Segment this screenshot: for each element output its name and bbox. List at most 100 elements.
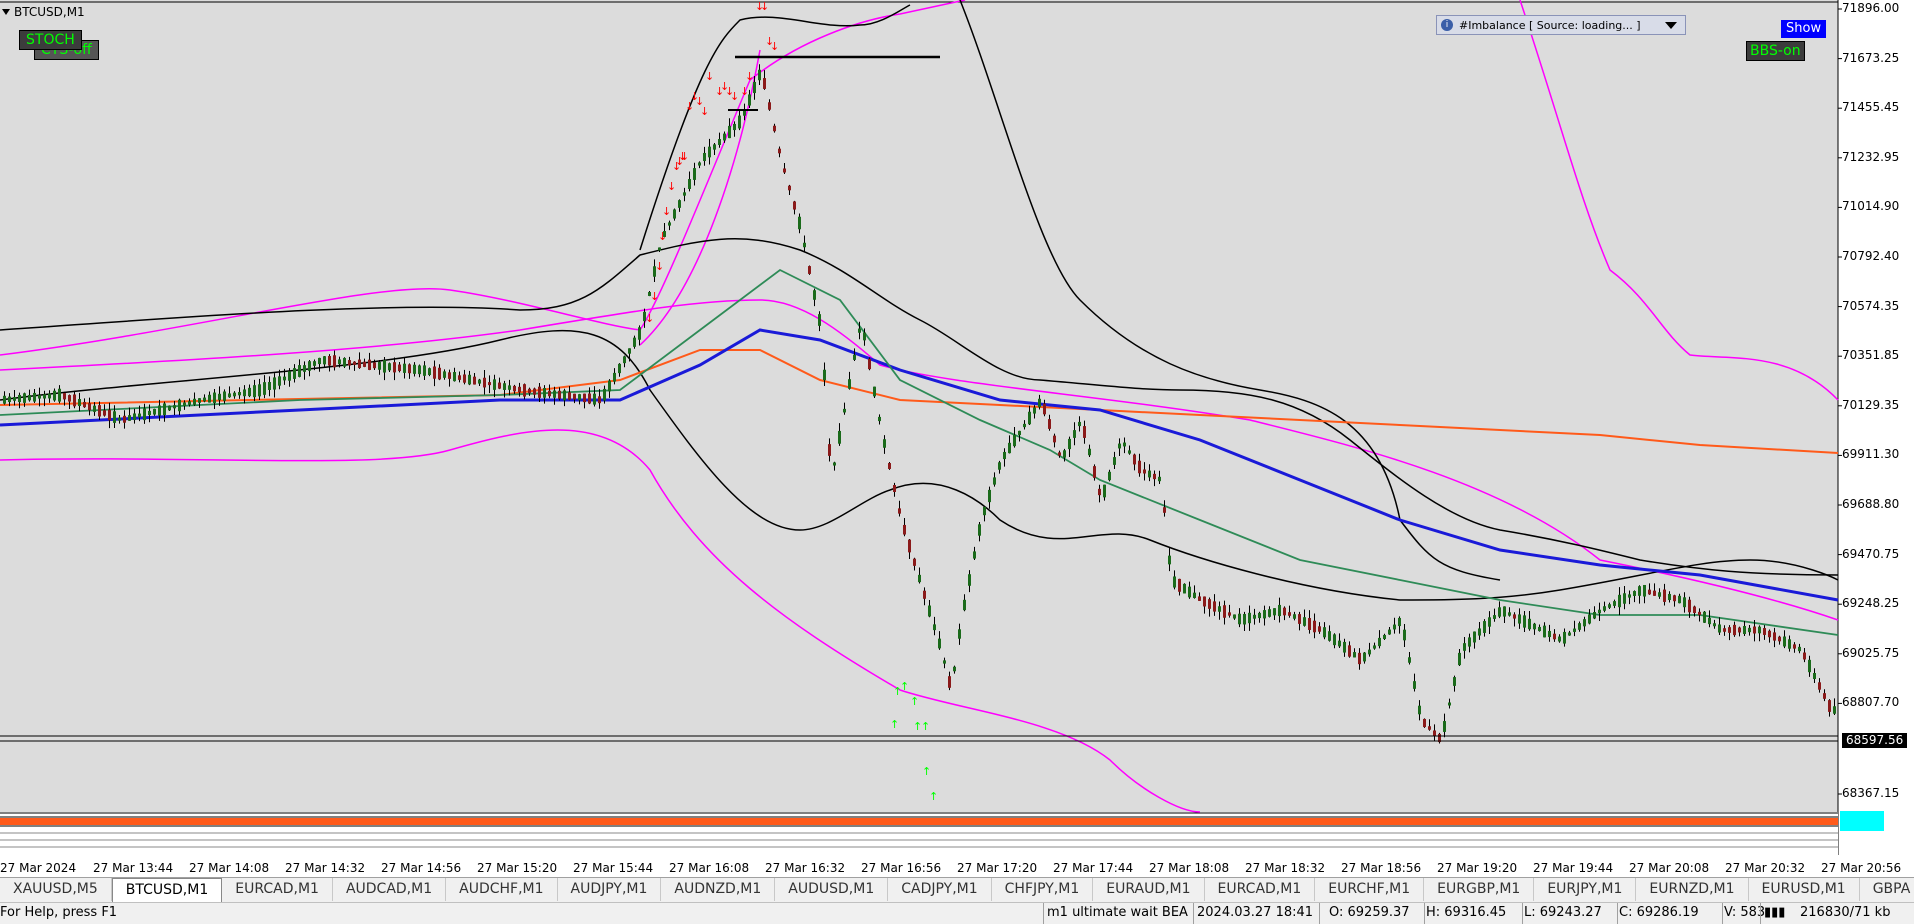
candle — [1153, 473, 1156, 480]
candle — [83, 401, 86, 408]
candle — [1728, 627, 1731, 633]
candle — [1828, 700, 1831, 712]
candle — [1658, 592, 1661, 597]
candle — [588, 393, 591, 404]
candle — [293, 368, 296, 379]
tab-btcusd-m1[interactable]: BTCUSD,M1 — [111, 878, 223, 902]
tab-eurcad-m1[interactable]: EURCAD,M1 — [1205, 878, 1316, 901]
candle — [1578, 623, 1581, 630]
candle — [838, 430, 841, 444]
candle — [973, 551, 976, 559]
tab-audcad-m1[interactable]: AUDCAD,M1 — [333, 878, 447, 901]
candle — [1433, 730, 1436, 736]
candle — [1538, 626, 1541, 632]
symbol-menu-icon[interactable] — [2, 9, 10, 15]
price-chart[interactable]: ↓↓↓↓↓↓↓↓↓↓↓↓↓↓↓↓↓ ↓↓↓↓↓↓↓↓ ↑↑↑↑ ↑↑↑↑ — [0, 0, 1914, 877]
status-bar: For Help, press F1 m1 ultimate wait BEA … — [0, 902, 1914, 924]
tab-eurgbp-m1[interactable]: EURGBP,M1 — [1424, 878, 1535, 901]
candle — [33, 392, 36, 402]
candle — [263, 382, 266, 395]
symbol-label[interactable]: BTCUSD,M1 — [2, 5, 85, 19]
stoch-button[interactable]: STOCH — [19, 30, 82, 50]
candle — [1513, 614, 1516, 619]
candle — [1093, 466, 1096, 478]
candle — [768, 102, 771, 110]
candle — [543, 388, 546, 398]
candle — [178, 399, 181, 412]
candle — [1428, 726, 1431, 730]
candle — [1278, 604, 1281, 617]
candle — [963, 599, 966, 611]
candle — [883, 439, 886, 448]
tab-xauusd-m5[interactable]: XAUUSD,M5 — [0, 878, 112, 901]
candle — [698, 162, 701, 166]
tab-chfjpy-m1[interactable]: CHFJPY,M1 — [992, 878, 1094, 901]
candle — [803, 242, 806, 248]
candle — [1403, 629, 1406, 641]
candle — [88, 403, 91, 411]
candle — [628, 348, 631, 354]
tab-eurchf-m1[interactable]: EURCHF,M1 — [1315, 878, 1425, 901]
candle — [1223, 605, 1226, 618]
tab-eurjpy-m1[interactable]: EURJPY,M1 — [1534, 878, 1637, 901]
chevron-down-icon[interactable] — [1665, 21, 1677, 29]
candle — [173, 405, 176, 409]
sell-arrow-icon: ↓ — [760, 0, 769, 13]
candle — [1068, 438, 1071, 450]
bbs-button[interactable]: BBS-on — [1746, 41, 1805, 61]
tab-eurcad-m1[interactable]: EURCAD,M1 — [222, 878, 333, 901]
candle — [1413, 681, 1416, 689]
candle — [1618, 594, 1621, 608]
candle — [888, 463, 891, 469]
candle — [1583, 619, 1586, 627]
time-tick-label: 27 Mar 20:56 — [1821, 861, 1902, 875]
price-tick-label: 70574.35 — [1842, 298, 1900, 313]
candle — [1028, 411, 1031, 425]
candle — [1638, 586, 1641, 596]
status-profile[interactable]: m1 ultimate wait BEA — [1047, 905, 1188, 920]
show-button[interactable]: Show — [1781, 20, 1827, 38]
candle — [108, 409, 111, 421]
subwindow-histogram — [0, 818, 1838, 825]
tab-audnzd-m1[interactable]: AUDNZD,M1 — [661, 878, 776, 901]
candle — [1468, 637, 1471, 647]
tab-cadjpy-m1[interactable]: CADJPY,M1 — [888, 878, 992, 901]
tab-audusd-m1[interactable]: AUDUSD,M1 — [775, 878, 889, 901]
candle — [753, 81, 756, 94]
candle — [1138, 460, 1141, 474]
tab-eurusd-m1[interactable]: EURUSD,M1 — [1749, 878, 1860, 901]
candle — [1648, 589, 1651, 595]
candle — [1458, 652, 1461, 666]
candle — [1038, 398, 1041, 408]
candle — [1833, 706, 1836, 714]
candle — [1473, 631, 1476, 643]
buy-arrow-icon: ↑ — [900, 680, 909, 693]
candle — [1528, 618, 1531, 630]
tab-audjpy-m1[interactable]: AUDJPY,M1 — [558, 878, 662, 901]
candle — [553, 390, 556, 398]
candle — [1168, 555, 1171, 565]
candle — [113, 411, 116, 423]
candle — [1083, 426, 1086, 438]
candle — [738, 115, 741, 129]
tab-gbpa[interactable]: GBPA — [1860, 878, 1914, 901]
tab-audchf-m1[interactable]: AUDCHF,M1 — [446, 878, 558, 901]
candle — [1818, 682, 1821, 690]
candle — [548, 390, 551, 397]
candle — [303, 365, 306, 372]
imbalance-dropdown[interactable]: i #Imbalance [ Source: loading... ] — [1436, 15, 1686, 35]
candle — [968, 574, 971, 586]
time-tick-label: 27 Mar 14:56 — [381, 861, 462, 875]
candle — [908, 539, 911, 553]
candle — [523, 384, 526, 397]
candle — [713, 144, 716, 150]
candle — [538, 386, 541, 398]
candle — [1758, 626, 1761, 634]
candle — [518, 386, 521, 393]
candle — [1423, 718, 1426, 728]
chart-area[interactable]: ↓ ↓ ↓ ↓ ↓ ↓ ↓ ↓ ↓ ↓ ↓ ↓ ↓ ↓ ↓ ↓ ↓ ↓ ↓ ↓ ↓ ↓ ↓ ↓ ↓ ↑ ↑ ↑ ↑ ↑ ↑ ↑ ↑ BTCUS… — [0, 0, 1914, 923]
tab-eurnzd-m1[interactable]: EURNZD,M1 — [1636, 878, 1749, 901]
status-datetime: 2024.03.27 18:41 — [1197, 905, 1314, 920]
tab-euraud-m1[interactable]: EURAUD,M1 — [1093, 878, 1205, 901]
candle — [598, 396, 601, 404]
